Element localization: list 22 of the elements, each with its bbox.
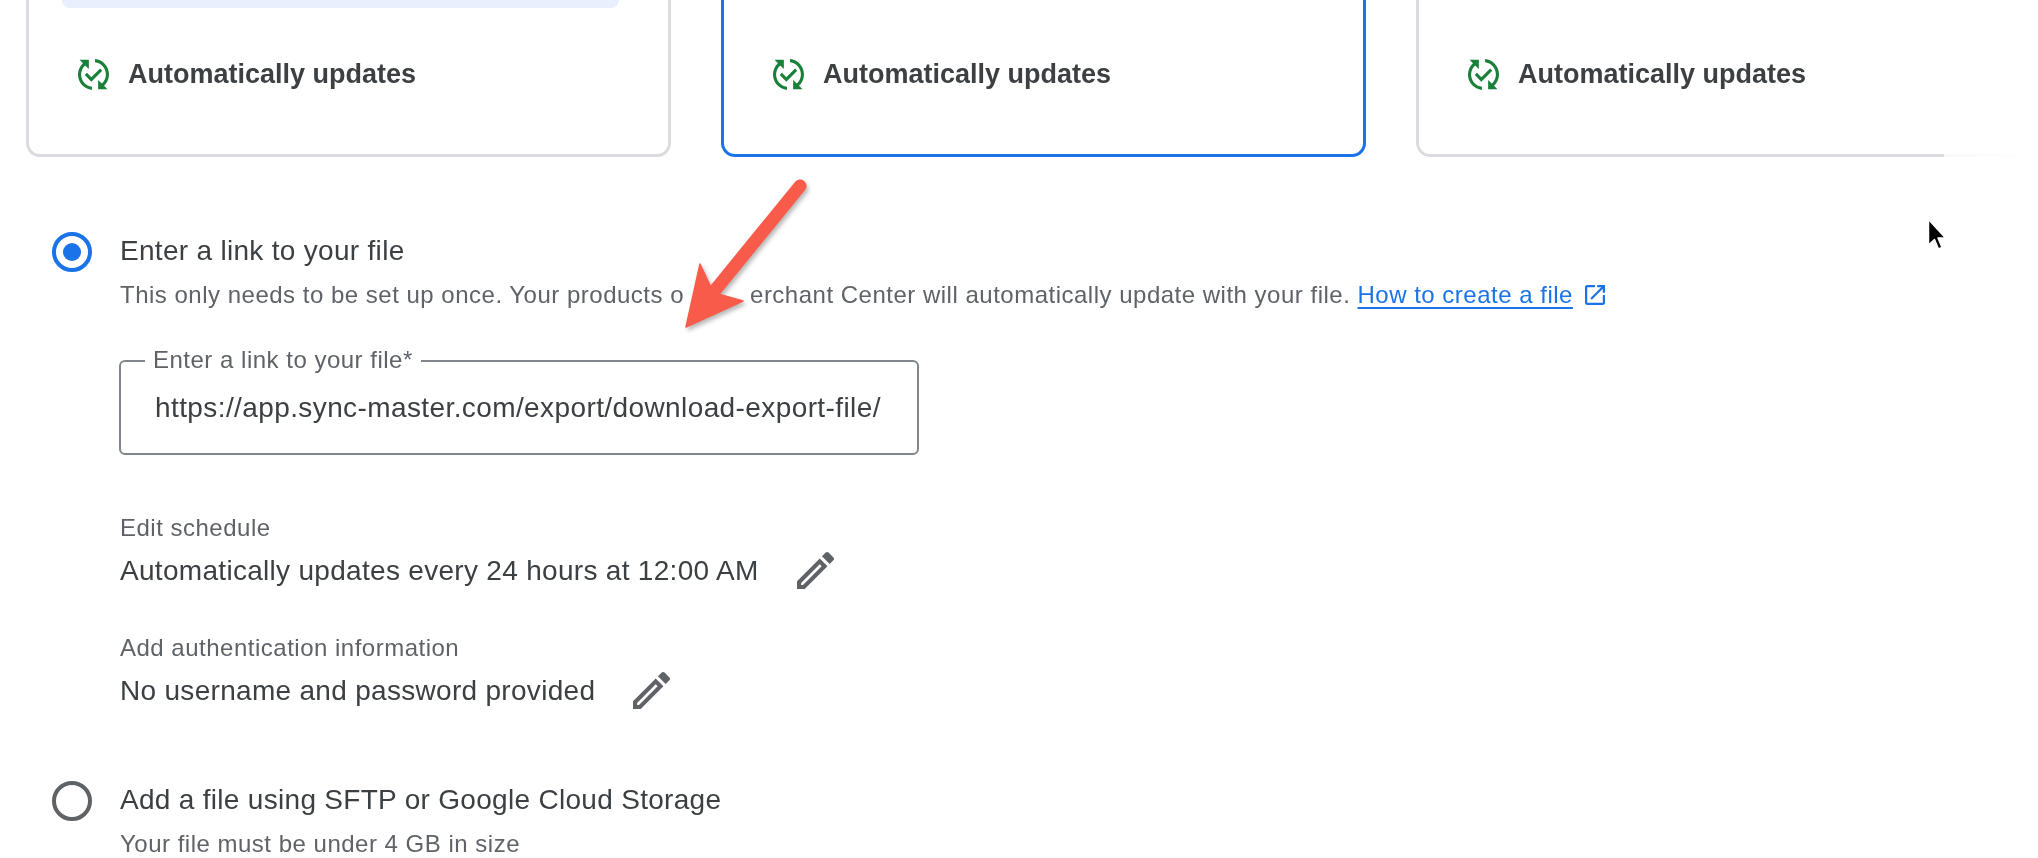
sync-check-icon xyxy=(1468,58,1499,90)
help-link[interactable]: How to create a file xyxy=(1357,281,1573,308)
sync-check-icon xyxy=(773,58,804,90)
pencil-icon[interactable] xyxy=(633,672,671,709)
card-label: Automatically updates xyxy=(128,58,417,91)
sync-check-icon xyxy=(78,58,109,90)
setting-value: Automatically updates every 24 hours at 12:00 AM xyxy=(120,553,759,588)
description-text: This only needs to be set up once. Your products o erchant Center will automatically update with your file. How to create a file xyxy=(120,280,1605,310)
pencil-icon[interactable] xyxy=(796,552,834,589)
setting-label: Add authentication information xyxy=(120,633,460,663)
setting-label: Edit schedule xyxy=(120,513,271,543)
description-text: Your file must be under 4 GB in size xyxy=(120,829,520,858)
card-label: Automatically updates xyxy=(1518,58,1807,91)
option-title: Enter a link to your file xyxy=(120,234,405,268)
option-card[interactable]: Automatically updates xyxy=(721,0,1366,157)
option-card[interactable]: Automatically updates xyxy=(26,0,671,157)
option-title: Add a file using SFTP or Google Cloud Storage xyxy=(120,783,722,817)
radio-button[interactable] xyxy=(52,781,92,821)
radio-button[interactable] xyxy=(52,232,92,272)
card-label: Automatically updates xyxy=(823,58,1112,91)
external-link-icon xyxy=(1584,285,1605,305)
setting-value: No username and password provided xyxy=(120,673,596,708)
